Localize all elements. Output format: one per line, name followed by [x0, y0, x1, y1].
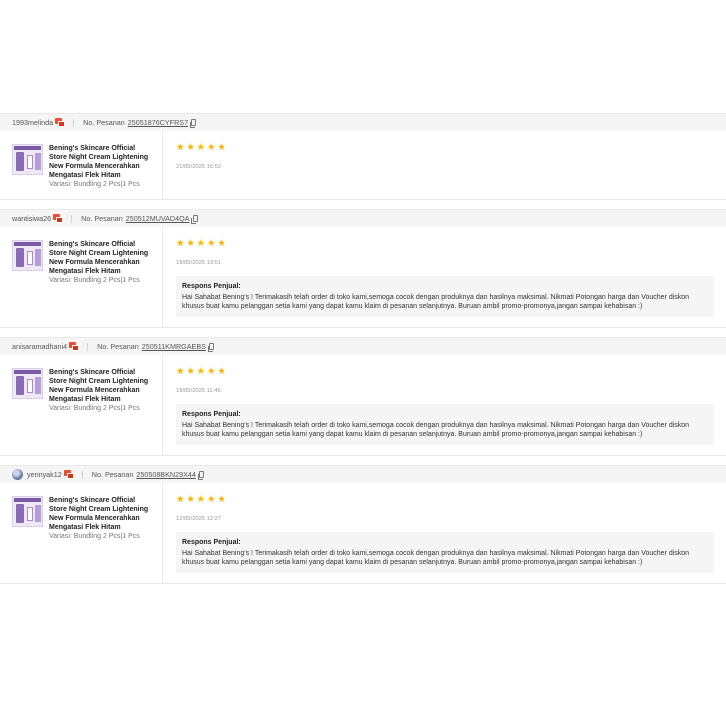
product-variation: Variasi: Bundling 2 Pcs|1 Pcs — [49, 277, 140, 284]
divider — [87, 342, 89, 351]
review-content: ★ ★ ★ ★ ★ 12/05/2025 12:27 Respons Penjual: … — [163, 483, 726, 583]
username[interactable]: anisaramadhani4 — [12, 342, 67, 351]
star-icon: ★ — [196, 141, 206, 153]
review-card: 1993melinda No. Pesanan 25051876CYFRS7 B… — [0, 113, 726, 200]
seller-response-text: Hai Sahabat Bening's ! Terimakasih telah… — [182, 422, 690, 438]
product-thumbnail[interactable] — [12, 240, 43, 271]
star-icon: ★ — [176, 365, 185, 377]
star-icon: ★ — [206, 237, 216, 249]
review-card: yennyak12 No. Pesanan 250508BKN29X44 Ben… — [0, 465, 726, 584]
chat-icon[interactable] — [69, 342, 80, 351]
product-info: Bening's Skincare Official Store Night C… — [49, 368, 154, 413]
product-name[interactable]: Bening's Skincare Official Store Night C… — [49, 368, 154, 404]
star-icon: ★ — [176, 493, 185, 505]
product-info: Bening's Skincare Official Store Night C… — [49, 144, 154, 189]
product-info: Bening's Skincare Official Store Night C… — [49, 496, 154, 541]
star-icon: ★ — [206, 493, 216, 505]
review-date: 12/05/2025 12:27 — [176, 516, 222, 522]
star-icon: ★ — [176, 237, 185, 249]
order-id-link[interactable]: 250508BKN29X44 — [136, 470, 196, 479]
username[interactable]: wantisiwa26 — [12, 214, 51, 223]
star-icon: ★ — [217, 141, 226, 153]
review-body: Bening's Skincare Official Store Night C… — [0, 227, 726, 327]
order-label: No. Pesanan — [83, 118, 125, 127]
review-header: anisaramadhani4 No. Pesanan 250511KMRGAE… — [0, 338, 726, 355]
divider — [71, 214, 73, 223]
copy-icon[interactable] — [197, 471, 204, 480]
star-icon: ★ — [217, 237, 226, 249]
star-icon: ★ — [186, 365, 195, 377]
star-rating: ★ ★ ★ ★ ★ — [176, 238, 714, 249]
divider — [73, 118, 75, 127]
seller-response-title: Respons Penjual: — [182, 411, 241, 418]
star-icon: ★ — [186, 493, 195, 505]
review-date: 18/05/2025 11:46 — [176, 388, 221, 394]
product-variation: Variasi: Bundling 2 Pcs|1 Pcs — [49, 405, 140, 412]
product-thumbnail[interactable] — [12, 368, 43, 399]
order-label: No. Pesanan — [97, 342, 139, 351]
star-rating: ★ ★ ★ ★ ★ — [176, 142, 714, 153]
avatar[interactable] — [12, 469, 23, 480]
star-icon: ★ — [217, 493, 226, 505]
review-body: Bening's Skincare Official Store Night C… — [0, 355, 726, 455]
review-card: wantisiwa26 No. Pesanan 250512MUVAD4QA B… — [0, 209, 726, 328]
star-icon: ★ — [196, 365, 206, 377]
review-content: ★ ★ ★ ★ ★ 18/05/2025 11:46 Respons Penjual: … — [163, 355, 726, 455]
copy-icon[interactable] — [207, 343, 214, 352]
review-date: 21/05/2025 16:52 — [176, 164, 222, 170]
product-name[interactable]: Bening's Skincare Official Store Night C… — [49, 240, 154, 276]
username[interactable]: yennyak12 — [27, 470, 62, 479]
product-variation: Variasi: Bundling 2 Pcs|1 Pcs — [49, 533, 140, 540]
chat-icon[interactable] — [55, 118, 66, 127]
order-id-link[interactable]: 25051876CYFRS7 — [128, 118, 188, 127]
star-icon: ★ — [206, 365, 216, 377]
copy-icon[interactable] — [189, 119, 197, 128]
product-cell[interactable]: Bening's Skincare Official Store Night C… — [0, 483, 163, 583]
product-thumbnail[interactable] — [12, 496, 43, 527]
seller-response-title: Respons Penjual: — [182, 539, 241, 546]
review-card: anisaramadhani4 No. Pesanan 250511KMRGAE… — [0, 337, 726, 456]
chat-icon[interactable] — [53, 214, 64, 223]
review-body: Bening's Skincare Official Store Night C… — [0, 483, 726, 583]
review-header: yennyak12 No. Pesanan 250508BKN29X44 — [0, 466, 726, 483]
star-icon: ★ — [196, 493, 206, 505]
review-content: ★ ★ ★ ★ ★ 18/05/2025 13:51 Respons Penjual: … — [163, 227, 726, 327]
star-icon: ★ — [186, 237, 195, 249]
chat-icon[interactable] — [63, 470, 74, 479]
review-header: wantisiwa26 No. Pesanan 250512MUVAD4QA — [0, 210, 726, 227]
review-date: 18/05/2025 13:51 — [176, 260, 222, 266]
star-icon: ★ — [196, 237, 206, 249]
seller-response-text: Hai Sahabat Bening's ! Terimakasih telah… — [182, 294, 690, 310]
seller-response: Respons Penjual: Hai Sahabat Bening's ! … — [176, 532, 714, 573]
star-icon: ★ — [176, 141, 185, 153]
star-icon: ★ — [186, 141, 195, 153]
username[interactable]: 1993melinda — [12, 118, 53, 127]
copy-icon[interactable] — [191, 215, 198, 224]
product-thumbnail[interactable] — [12, 144, 43, 175]
product-variation: Variasi: Bundling 2 Pcs|1 Pcs — [49, 181, 140, 188]
star-icon: ★ — [206, 141, 216, 153]
divider — [81, 470, 83, 479]
product-cell[interactable]: Bening's Skincare Official Store Night C… — [0, 131, 163, 199]
star-rating: ★ ★ ★ ★ ★ — [176, 494, 714, 505]
review-body: Bening's Skincare Official Store Night C… — [0, 131, 726, 199]
star-rating: ★ ★ ★ ★ ★ — [176, 366, 714, 377]
product-name[interactable]: Bening's Skincare Official Store Night C… — [49, 496, 154, 532]
seller-response-title: Respons Penjual: — [182, 283, 241, 290]
review-header: 1993melinda No. Pesanan 25051876CYFRS7 — [0, 114, 726, 131]
review-content: ★ ★ ★ ★ ★ 21/05/2025 16:52 — [163, 131, 726, 199]
product-info: Bening's Skincare Official Store Night C… — [49, 240, 154, 285]
review-list: 1993melinda No. Pesanan 25051876CYFRS7 B… — [0, 113, 726, 593]
seller-response: Respons Penjual: Hai Sahabat Bening's ! … — [176, 404, 714, 445]
seller-response-text: Hai Sahabat Bening's ! Terimakasih telah… — [182, 550, 690, 566]
product-cell[interactable]: Bening's Skincare Official Store Night C… — [0, 355, 163, 455]
order-label: No. Pesanan — [81, 214, 123, 223]
order-label: No. Pesanan — [91, 470, 134, 479]
product-cell[interactable]: Bening's Skincare Official Store Night C… — [0, 227, 163, 327]
order-id-link[interactable]: 250511KMRGAEBS — [142, 342, 206, 351]
star-icon: ★ — [217, 365, 226, 377]
order-id-link[interactable]: 250512MUVAD4QA — [126, 214, 190, 223]
seller-response: Respons Penjual: Hai Sahabat Bening's ! … — [176, 276, 714, 317]
product-name[interactable]: Bening's Skincare Official Store Night C… — [49, 144, 154, 180]
